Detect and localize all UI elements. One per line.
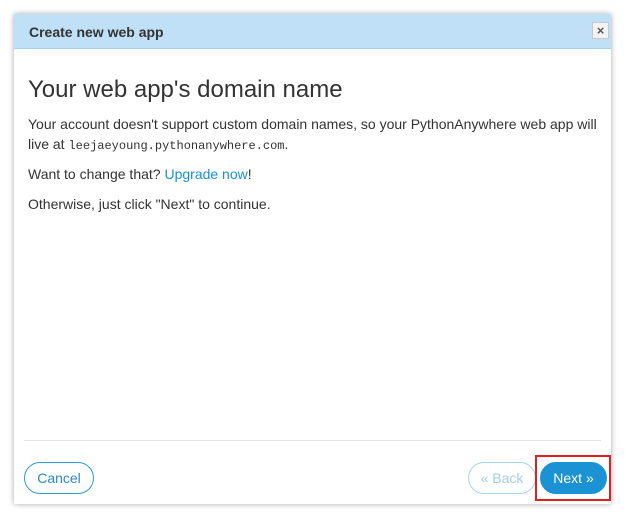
upgrade-now-link[interactable]: Upgrade now	[164, 166, 247, 182]
domain-info-end: .	[284, 136, 289, 152]
domain-info-paragraph: Your account doesn't support custom doma…	[28, 114, 603, 156]
close-icon[interactable]: ×	[592, 22, 609, 39]
upgrade-paragraph: Want to change that? Upgrade now!	[28, 164, 603, 184]
cancel-button[interactable]: Cancel	[24, 462, 94, 494]
footer-divider	[24, 440, 601, 441]
upgrade-prompt-text: Want to change that?	[28, 166, 165, 182]
domain-name: leejaeyoung.pythonanywhere.com	[68, 139, 285, 153]
create-web-app-dialog: Create new web app × Your web app's doma…	[14, 14, 611, 504]
upgrade-prompt-end: !	[247, 166, 252, 182]
page-heading: Your web app's domain name	[28, 76, 343, 103]
next-button[interactable]: Next »	[540, 462, 607, 494]
dialog-title: Create new web app	[29, 24, 164, 40]
back-button[interactable]: « Back	[468, 462, 536, 494]
dialog-header: Create new web app ×	[14, 14, 611, 49]
continue-instruction: Otherwise, just click "Next" to continue…	[28, 196, 271, 212]
